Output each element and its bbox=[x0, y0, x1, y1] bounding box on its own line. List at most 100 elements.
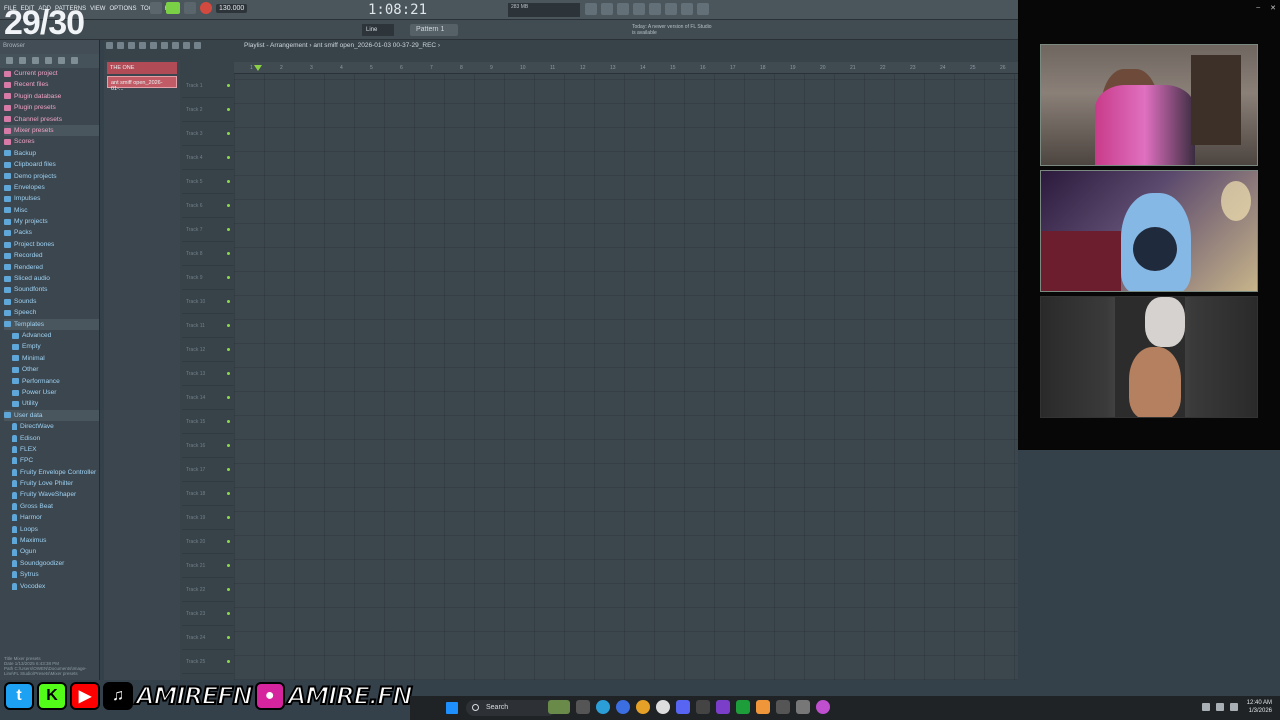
record-button[interactable] bbox=[200, 2, 212, 14]
browser-folder[interactable]: Sounds bbox=[4, 296, 99, 307]
browser-folder[interactable]: Impulses bbox=[4, 193, 99, 204]
template-folder[interactable]: Power User bbox=[4, 387, 99, 398]
close-icon[interactable]: ✕ bbox=[1270, 4, 1276, 12]
browser-icon[interactable] bbox=[649, 3, 661, 15]
track-mute-led[interactable] bbox=[227, 276, 230, 279]
pattern-item[interactable]: ant smiff open_2026-01-... bbox=[107, 76, 177, 92]
app-icon[interactable] bbox=[696, 700, 710, 714]
track-header[interactable]: Track 23 bbox=[182, 602, 234, 626]
track-header[interactable]: Track 8 bbox=[182, 242, 234, 266]
menu-item-view[interactable]: VIEW bbox=[90, 6, 105, 12]
browser-collapse-icon[interactable] bbox=[19, 57, 26, 64]
browser-folder[interactable]: User data bbox=[4, 409, 99, 422]
track-header[interactable]: Track 18 bbox=[182, 482, 234, 506]
taskbar-clock[interactable]: 12:40 AM 1/3/2026 bbox=[1247, 699, 1272, 715]
browser-folder[interactable]: Speech bbox=[4, 307, 99, 318]
browser-tags-icon[interactable] bbox=[58, 57, 65, 64]
plugin-item[interactable]: Maximus bbox=[4, 535, 99, 546]
help-icon[interactable] bbox=[697, 3, 709, 15]
chevron-up-icon[interactable] bbox=[1202, 703, 1210, 711]
browser-folder[interactable]: Backup bbox=[4, 148, 99, 159]
plugin-item[interactable]: FLEX bbox=[4, 444, 99, 455]
browser-folder[interactable]: Sliced audio bbox=[4, 273, 99, 284]
plugin-item[interactable]: FPC bbox=[4, 455, 99, 466]
plugin-picker-icon[interactable] bbox=[665, 3, 677, 15]
plugin-item[interactable]: Loops bbox=[4, 524, 99, 535]
track-header[interactable]: Track 12 bbox=[182, 338, 234, 362]
track-mute-led[interactable] bbox=[227, 204, 230, 207]
browser-folder[interactable]: Scores bbox=[4, 136, 99, 147]
volume-icon[interactable] bbox=[1230, 703, 1238, 711]
track-mute-led[interactable] bbox=[227, 612, 230, 615]
track-header[interactable]: Track 14 bbox=[182, 386, 234, 410]
metronome-button[interactable] bbox=[150, 2, 162, 14]
browser-folder[interactable]: Mixer presets bbox=[4, 124, 99, 137]
settings-icon[interactable] bbox=[796, 700, 810, 714]
track-header[interactable]: Track 25 bbox=[182, 650, 234, 674]
browser-folder[interactable]: Current project bbox=[4, 68, 99, 79]
plugin-item[interactable]: Ogun bbox=[4, 546, 99, 557]
track-mute-led[interactable] bbox=[227, 372, 230, 375]
track-mute-led[interactable] bbox=[227, 132, 230, 135]
plugin-item[interactable]: Fruity WaveShaper bbox=[4, 489, 99, 500]
track-mute-led[interactable] bbox=[227, 564, 230, 567]
playhead-marker[interactable] bbox=[254, 65, 262, 71]
browser-back-icon[interactable] bbox=[6, 57, 13, 64]
track-mute-led[interactable] bbox=[227, 420, 230, 423]
pattern-item[interactable]: THE ONE bbox=[107, 62, 177, 74]
track-header[interactable]: Track 3 bbox=[182, 122, 234, 146]
stop-button[interactable] bbox=[184, 2, 196, 14]
pattern-selector[interactable]: Pattern 1 bbox=[410, 24, 458, 36]
track-mute-led[interactable] bbox=[227, 156, 230, 159]
plugin-item[interactable]: Harmor bbox=[4, 512, 99, 523]
template-folder[interactable]: Minimal bbox=[4, 353, 99, 364]
play-button[interactable] bbox=[166, 2, 180, 14]
browser-folder[interactable]: Rendered bbox=[4, 262, 99, 273]
browser-folder[interactable]: Envelopes bbox=[4, 182, 99, 193]
track-mute-led[interactable] bbox=[227, 84, 230, 87]
minimize-icon[interactable]: – bbox=[1256, 4, 1260, 12]
tempo-display[interactable]: 130.000 bbox=[216, 3, 248, 13]
app-icon[interactable] bbox=[776, 700, 790, 714]
track-mute-led[interactable] bbox=[227, 468, 230, 471]
snap-select[interactable]: Line bbox=[362, 24, 394, 36]
browser-star-icon[interactable] bbox=[71, 57, 78, 64]
track-mute-led[interactable] bbox=[227, 444, 230, 447]
browser-folder[interactable]: Misc bbox=[4, 205, 99, 216]
plugin-item[interactable]: Fruity Love Philter bbox=[4, 478, 99, 489]
browser-folder[interactable]: Channel presets bbox=[4, 114, 99, 125]
plugin-item[interactable]: Soundgoodizer bbox=[4, 558, 99, 569]
task-view-icon[interactable] bbox=[576, 700, 590, 714]
track-header[interactable]: Track 5 bbox=[182, 170, 234, 194]
plugin-item[interactable]: DirectWave bbox=[4, 421, 99, 432]
browser-folder[interactable]: Templates bbox=[4, 318, 99, 330]
browser-folder[interactable]: Project bones bbox=[4, 239, 99, 250]
template-folder[interactable]: Utility bbox=[4, 398, 99, 409]
taskbar-search[interactable]: Search bbox=[466, 700, 556, 716]
track-mute-led[interactable] bbox=[227, 228, 230, 231]
template-folder[interactable]: Advanced bbox=[4, 330, 99, 341]
track-mute-led[interactable] bbox=[227, 396, 230, 399]
app-icon[interactable] bbox=[716, 700, 730, 714]
track-mute-led[interactable] bbox=[227, 660, 230, 663]
track-mute-led[interactable] bbox=[227, 252, 230, 255]
chrome-icon[interactable] bbox=[636, 700, 650, 714]
widgets-icon[interactable] bbox=[548, 700, 570, 714]
plugin-item[interactable]: Gross Beat bbox=[4, 501, 99, 512]
menu-item-options[interactable]: OPTIONS bbox=[109, 6, 136, 12]
browser-folder[interactable]: Recent files bbox=[4, 79, 99, 90]
mixer-icon[interactable] bbox=[585, 3, 597, 15]
track-header[interactable]: Track 19 bbox=[182, 506, 234, 530]
windows-start-icon[interactable] bbox=[446, 702, 458, 714]
track-mute-led[interactable] bbox=[227, 324, 230, 327]
browser-folder[interactable]: Soundfonts bbox=[4, 284, 99, 295]
fl-studio-icon[interactable] bbox=[756, 700, 770, 714]
discord-icon[interactable] bbox=[676, 700, 690, 714]
browser-search-icon[interactable] bbox=[45, 57, 52, 64]
track-mute-led[interactable] bbox=[227, 636, 230, 639]
network-icon[interactable] bbox=[1216, 703, 1224, 711]
plugin-item[interactable]: Vocodex bbox=[4, 581, 99, 592]
timeline-ruler[interactable]: 1 2 3 4 5 6 7 8 9 10 11 12 13 14 15 16 17 18 19 20 21 22 23 24 2… bbox=[234, 62, 1018, 74]
mic-icon[interactable] bbox=[681, 3, 693, 15]
track-header[interactable]: Track 2 bbox=[182, 98, 234, 122]
